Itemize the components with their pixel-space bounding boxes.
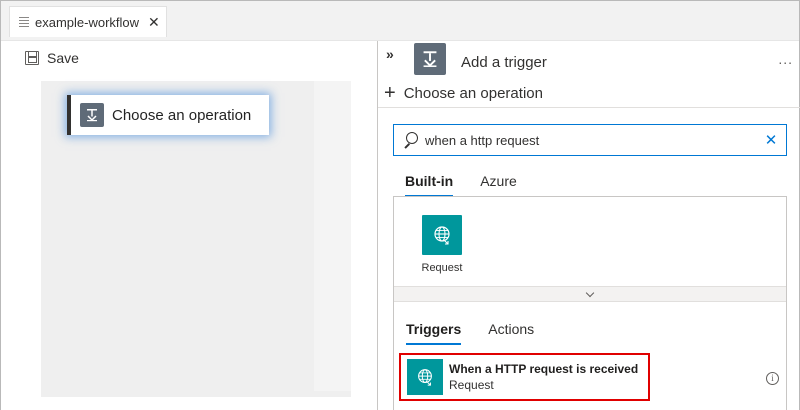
tab-triggers[interactable]: Triggers	[406, 321, 462, 345]
more-options-icon[interactable]: ...	[778, 51, 793, 67]
panel-title: Add a trigger	[461, 54, 547, 71]
connector-request[interactable]: Request	[412, 215, 472, 274]
save-button[interactable]: Save	[25, 49, 79, 67]
choose-operation-label: Choose an operation	[403, 84, 543, 102]
trigger-name: When a HTTP request is received	[449, 362, 639, 376]
expand-connectors-toggle[interactable]	[394, 286, 786, 302]
chevron-down-icon	[585, 288, 595, 297]
trigger-connector: Request	[449, 378, 494, 392]
info-icon[interactable]: i	[766, 372, 779, 385]
search-results: Request Triggers Actions When a HTTP req…	[393, 196, 787, 410]
tab-title: example-workflow	[35, 14, 140, 30]
close-icon[interactable]: ✕	[148, 14, 160, 31]
globe-icon	[422, 215, 462, 255]
tab-example-workflow[interactable]: example-workflow ✕	[9, 6, 167, 37]
plus-icon: +	[384, 82, 396, 104]
trigger-icon	[414, 43, 446, 75]
search-icon	[402, 132, 418, 148]
globe-icon	[407, 359, 443, 395]
connector-label: Request	[421, 262, 463, 274]
operation-card-label: Choose an operation	[112, 106, 252, 124]
choose-operation-card[interactable]: Choose an operation	[67, 95, 269, 135]
save-label: Save	[47, 50, 79, 66]
collapse-panel-icon[interactable]: »	[386, 46, 394, 62]
tab-azure[interactable]: Azure	[480, 173, 517, 197]
tab-built-in[interactable]: Built-in	[405, 173, 454, 197]
source-tabs: Built-in Azure	[405, 173, 544, 197]
document-icon	[19, 17, 29, 27]
clear-search-icon[interactable]: ✕	[756, 131, 786, 149]
tab-strip: example-workflow ✕	[1, 1, 799, 41]
trigger-icon	[80, 103, 104, 127]
divider	[378, 107, 800, 108]
canvas-strip	[314, 81, 351, 391]
result-tabs: Triggers Actions	[406, 321, 561, 345]
choose-operation-header: + Choose an operation	[384, 83, 543, 103]
floppy-disk-icon	[25, 51, 39, 65]
add-trigger-panel: » Add a trigger ... + Choose an operatio…	[377, 41, 800, 410]
tab-actions[interactable]: Actions	[488, 321, 534, 345]
search-input[interactable]	[425, 126, 756, 154]
search-box: ✕	[393, 124, 787, 156]
trigger-when-http-request-received[interactable]: When a HTTP request is received Request	[399, 353, 650, 401]
